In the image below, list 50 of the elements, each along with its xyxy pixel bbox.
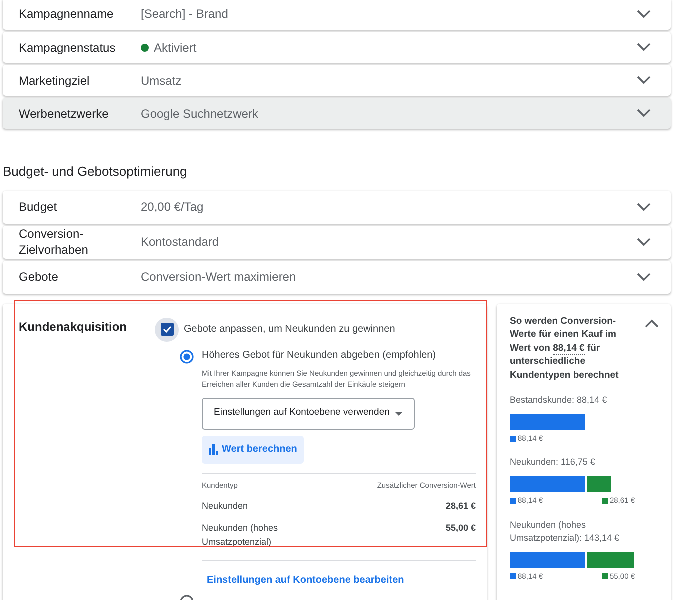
row-label: Budget xyxy=(18,199,58,215)
table-cell-text: Neukunden (hohes Umsatzpotenzial) xyxy=(202,522,280,549)
checkmark-icon xyxy=(160,323,174,336)
settings-row[interactable]: Gebote Conversion-Wert maximieren xyxy=(3,260,671,294)
settings-row[interactable]: Kampagnenname [Search] - Brand xyxy=(3,0,671,30)
row-label: Kampagnenstatus xyxy=(18,40,117,56)
chevron-down-icon[interactable] xyxy=(637,238,651,246)
bar-label: Neukunden (hohes Umsatzpotenzial): 143,14 € xyxy=(510,518,621,544)
amount-tooltip-link[interactable]: 88,14 € xyxy=(553,342,585,354)
row-value: Aktiviert xyxy=(154,40,197,56)
bar-chart-icon xyxy=(209,444,219,455)
settings-row[interactable]: Werbenetzwerke Google Suchnetzwerk xyxy=(3,98,671,129)
table-cell-text: Neukunden xyxy=(202,500,250,513)
row-label: Kampagnenname xyxy=(18,6,115,22)
chevron-down-icon[interactable] xyxy=(637,76,651,85)
row-label: Werbenetzwerke xyxy=(18,106,110,122)
row-value: Umsatz xyxy=(141,72,182,90)
row-value: [Search] - Brand xyxy=(141,6,228,23)
settings-row[interactable]: Kampagnenstatus Aktiviert xyxy=(3,32,671,63)
caret-icon xyxy=(395,412,403,416)
calculate-value-button[interactable]: Wert berechnen xyxy=(202,436,304,464)
chevron-down-icon[interactable] xyxy=(637,272,651,282)
checkbox[interactable] xyxy=(155,318,179,342)
chevron-down-icon[interactable] xyxy=(637,109,651,118)
table-cell-text: 55,00 € xyxy=(446,522,476,535)
chevron-down-icon[interactable] xyxy=(637,202,651,212)
row-value: Conversion-Wert maximieren xyxy=(141,269,296,286)
settings-row[interactable]: Conversion-Zielvorhaben Kontostandard xyxy=(3,226,671,258)
section-label: Kundenakquisition xyxy=(18,318,128,336)
row-value: Kontostandard xyxy=(141,234,220,251)
radio-label: Höheres Gebot für Neukunden abgeben (empfohlen) xyxy=(202,348,438,362)
settings-row[interactable]: Marketingziel Umsatz xyxy=(3,65,671,96)
row-label: Marketingziel xyxy=(18,72,91,88)
chevron-down-icon[interactable] xyxy=(637,43,651,52)
row-value: 20,00 €/Tag xyxy=(141,199,204,216)
chevron-up-icon[interactable] xyxy=(645,318,659,328)
chevron-down-icon[interactable] xyxy=(637,10,651,18)
settings-dropdown[interactable]: Einstellungen auf Kontoebene verwenden xyxy=(202,398,415,430)
checkbox-label: Gebote anpassen, um Neukunden zu gewinnen xyxy=(184,323,396,337)
radio-button[interactable] xyxy=(180,350,194,364)
section-title: Budget- und Gebotsoptimierung xyxy=(3,163,188,181)
row-label: Conversion-Zielvorhaben xyxy=(18,226,90,258)
table-cell-text: 28,61 € xyxy=(446,500,476,513)
row-label: Gebote xyxy=(18,269,60,285)
bar-label: Bestandskunde: 88,14 € xyxy=(510,394,608,407)
panel-heading: So werden Conversion-Werte für einen Kauf im Wert von 88,14 € für unterschiedliche Kundentypen berechnet xyxy=(510,314,620,382)
bar-label: Neukunden: 116,75 € xyxy=(510,456,596,470)
settings-row[interactable]: Budget 20,00 €/Tag xyxy=(3,190,671,224)
row-value: Google Suchnetzwerk xyxy=(141,106,258,122)
edit-settings-link[interactable]: Einstellungen auf Kontoebene bearbeiten xyxy=(207,572,404,588)
